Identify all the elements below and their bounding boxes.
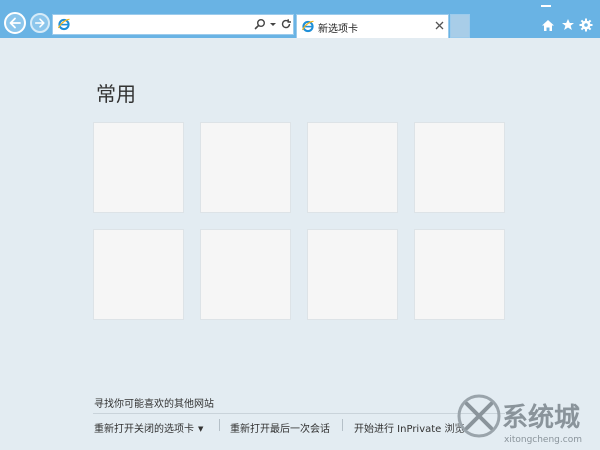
ie-logo-icon (57, 18, 70, 31)
tab-title: 新选项卡 (318, 24, 358, 35)
back-arrow-icon (9, 17, 21, 29)
site-tile[interactable] (307, 122, 398, 213)
site-tile[interactable] (93, 122, 184, 213)
home-icon[interactable] (541, 18, 555, 32)
site-tile[interactable] (200, 122, 291, 213)
start-inprivate-link[interactable]: 开始进行 InPrivate 浏览 (354, 420, 464, 435)
forward-arrow-icon (34, 18, 45, 28)
close-icon[interactable] (435, 21, 444, 30)
address-input[interactable] (75, 16, 235, 33)
new-tab-button[interactable] (450, 14, 470, 38)
star-icon[interactable] (561, 18, 575, 32)
site-tile[interactable] (200, 229, 291, 320)
watermark-brand: 系统城 (502, 402, 580, 433)
watermark-domain: xitongcheng.com (504, 435, 582, 445)
divider (93, 413, 505, 414)
site-tile[interactable] (414, 229, 505, 320)
refresh-icon[interactable] (280, 18, 292, 30)
reopen-last-session-link[interactable]: 重新打开最后一次会话 (230, 420, 330, 435)
watermark-logo: 系统城 xitongcheng.com (457, 394, 582, 445)
find-sites-link[interactable]: 寻找你可能喜欢的其他网站 (94, 395, 214, 410)
address-bar[interactable] (52, 14, 294, 35)
dropdown-arrow-icon[interactable] (269, 18, 277, 30)
search-icon[interactable] (254, 18, 266, 30)
section-title: 常用 (96, 82, 136, 106)
back-button[interactable] (4, 12, 26, 34)
forward-button[interactable] (30, 13, 50, 33)
reopen-closed-tabs-label: 重新打开关闭的选项卡 (94, 424, 194, 435)
browser-toolbar: 新选项卡 (0, 0, 600, 38)
link-separator (342, 419, 343, 431)
reopen-closed-tabs-link[interactable]: 重新打开关闭的选项卡 ▼ (94, 420, 203, 435)
tab-new-tab[interactable]: 新选项卡 (296, 14, 449, 38)
link-separator (219, 419, 220, 431)
frequent-sites-grid (93, 122, 505, 320)
site-tile[interactable] (93, 229, 184, 320)
minimize-button[interactable] (527, 0, 565, 12)
site-tile[interactable] (414, 122, 505, 213)
dropdown-arrow-icon: ▼ (198, 425, 204, 433)
ie-logo-icon (301, 20, 314, 33)
gear-icon[interactable] (579, 18, 593, 32)
site-tile[interactable] (307, 229, 398, 320)
